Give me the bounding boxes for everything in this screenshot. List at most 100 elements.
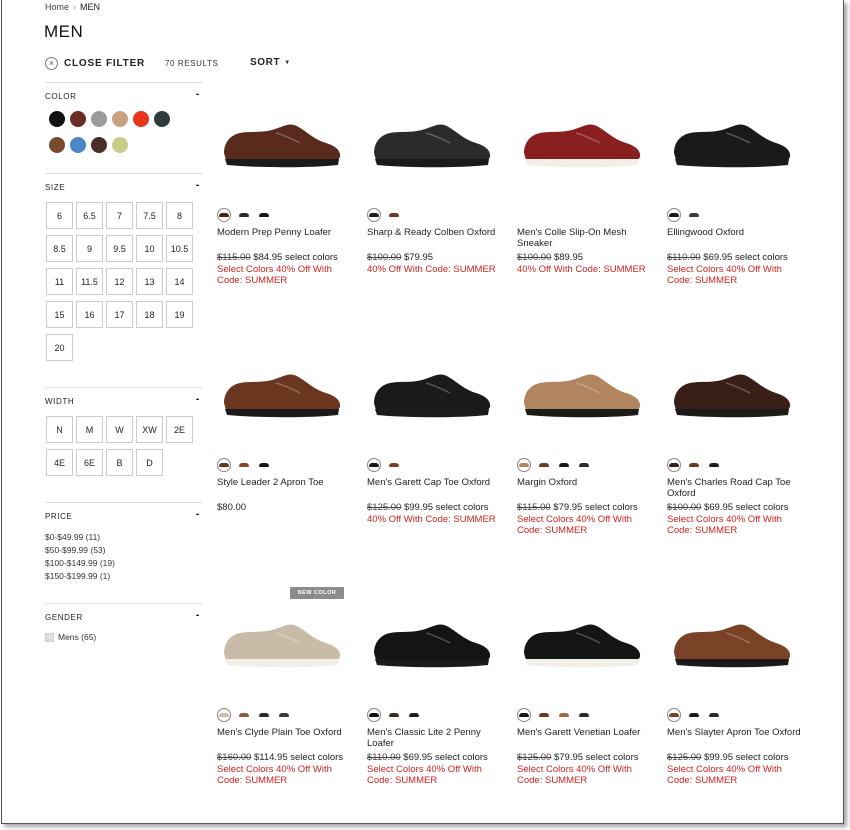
- product-image[interactable]: [367, 80, 497, 206]
- size-option[interactable]: 12: [106, 268, 133, 295]
- product-image[interactable]: [367, 330, 497, 456]
- size-option[interactable]: 13: [136, 268, 163, 295]
- size-option[interactable]: 9: [76, 235, 103, 262]
- price-option[interactable]: $150-$199.99 (1): [45, 570, 202, 583]
- color-swatch[interactable]: [91, 137, 107, 153]
- collapse-icon[interactable]: -: [196, 503, 200, 525]
- product-color-swatch[interactable]: [257, 458, 271, 472]
- size-option[interactable]: 19: [166, 301, 193, 328]
- size-option[interactable]: 9.5: [106, 235, 133, 262]
- width-option[interactable]: D: [136, 449, 163, 476]
- width-option[interactable]: XW: [136, 416, 163, 443]
- gender-option[interactable]: Mens (65): [45, 632, 202, 642]
- size-option[interactable]: 17: [106, 301, 133, 328]
- filter-gender-header[interactable]: GENDER -: [45, 604, 202, 632]
- product-color-swatch[interactable]: [667, 458, 681, 472]
- size-option[interactable]: 11: [46, 268, 73, 295]
- product-color-swatch[interactable]: [407, 708, 421, 722]
- width-option[interactable]: M: [76, 416, 103, 443]
- product-color-swatch[interactable]: [517, 458, 531, 472]
- size-option[interactable]: 15: [46, 301, 73, 328]
- price-option[interactable]: $50-$99.99 (53): [45, 544, 202, 557]
- color-swatch[interactable]: [133, 111, 149, 127]
- width-option[interactable]: B: [106, 449, 133, 476]
- product-color-swatch[interactable]: [387, 208, 401, 222]
- checkbox[interactable]: [45, 632, 54, 642]
- color-swatch[interactable]: [112, 111, 128, 127]
- product-image[interactable]: [667, 80, 797, 206]
- product-color-swatch[interactable]: [537, 708, 551, 722]
- product-color-swatch[interactable]: [557, 458, 571, 472]
- size-option[interactable]: 14: [166, 268, 193, 295]
- product-image[interactable]: [667, 330, 797, 456]
- collapse-icon[interactable]: -: [196, 174, 200, 196]
- width-option[interactable]: 4E: [46, 449, 73, 476]
- product-color-swatch[interactable]: [687, 458, 701, 472]
- size-option[interactable]: 7: [106, 202, 133, 229]
- color-swatch[interactable]: [112, 137, 128, 153]
- product-name[interactable]: Men's Garett Venetian Loafer: [517, 727, 657, 750]
- size-option[interactable]: 7.5: [136, 202, 163, 229]
- product-color-swatch[interactable]: [577, 458, 591, 472]
- width-option[interactable]: 6E: [76, 449, 103, 476]
- size-option[interactable]: 10.5: [166, 235, 193, 262]
- product-image[interactable]: [367, 580, 497, 706]
- product-color-swatch[interactable]: [557, 708, 571, 722]
- color-swatch[interactable]: [154, 111, 170, 127]
- product-color-swatch[interactable]: [217, 458, 231, 472]
- product-image[interactable]: [517, 330, 647, 456]
- product-name[interactable]: Men's Clyde Plain Toe Oxford: [217, 727, 357, 750]
- collapse-icon[interactable]: -: [196, 604, 200, 626]
- product-color-swatch[interactable]: [277, 708, 291, 722]
- product-image[interactable]: [217, 330, 347, 456]
- product-color-swatch[interactable]: [687, 208, 701, 222]
- product-color-swatch[interactable]: [577, 708, 591, 722]
- close-filter-button[interactable]: × CLOSE FILTER: [45, 57, 145, 70]
- product-image[interactable]: [667, 580, 797, 706]
- size-option[interactable]: 20: [46, 334, 73, 361]
- product-color-swatch[interactable]: [667, 708, 681, 722]
- product-color-swatch[interactable]: [217, 208, 231, 222]
- product-name[interactable]: Margin Oxford: [517, 477, 657, 500]
- filter-width-header[interactable]: WIDTH -: [45, 388, 202, 416]
- price-option[interactable]: $0-$49.99 (11): [45, 531, 202, 544]
- color-swatch[interactable]: [70, 137, 86, 153]
- product-color-swatch[interactable]: [367, 708, 381, 722]
- size-option[interactable]: 16: [76, 301, 103, 328]
- width-option[interactable]: 2E: [166, 416, 193, 443]
- product-color-swatch[interactable]: [237, 458, 251, 472]
- size-option[interactable]: 8: [166, 202, 193, 229]
- product-name[interactable]: Ellingwood Oxford: [667, 227, 807, 250]
- product-name[interactable]: Modern Prep Penny Loafer: [217, 227, 357, 250]
- product-color-swatch[interactable]: [387, 458, 401, 472]
- product-name[interactable]: Men's Garett Cap Toe Oxford: [367, 477, 507, 500]
- size-option[interactable]: 10: [136, 235, 163, 262]
- product-name[interactable]: Men's Colle Slip-On Mesh Sneaker: [517, 227, 657, 250]
- collapse-icon[interactable]: -: [196, 388, 200, 410]
- color-swatch[interactable]: [70, 111, 86, 127]
- product-color-swatch[interactable]: [517, 708, 531, 722]
- product-color-swatch[interactable]: [367, 208, 381, 222]
- breadcrumb-home[interactable]: Home: [45, 2, 69, 12]
- product-name[interactable]: Sharp & Ready Colben Oxford: [367, 227, 507, 250]
- size-option[interactable]: 18: [136, 301, 163, 328]
- product-color-swatch[interactable]: [367, 458, 381, 472]
- color-swatch[interactable]: [49, 137, 65, 153]
- price-option[interactable]: $100-$149.99 (19): [45, 557, 202, 570]
- sort-dropdown[interactable]: SORT ▼: [250, 57, 291, 68]
- color-swatch[interactable]: [49, 111, 65, 127]
- filter-color-header[interactable]: COLOR -: [45, 83, 202, 111]
- size-option[interactable]: 11.5: [76, 268, 103, 295]
- product-color-swatch[interactable]: [387, 708, 401, 722]
- product-name[interactable]: Men's Charles Road Cap Toe Oxford: [667, 477, 807, 500]
- product-image[interactable]: [517, 580, 647, 706]
- product-image[interactable]: [217, 80, 347, 206]
- product-color-swatch[interactable]: [537, 458, 551, 472]
- product-color-swatch[interactable]: [217, 708, 231, 722]
- product-color-swatch[interactable]: [667, 208, 681, 222]
- color-swatch[interactable]: [91, 111, 107, 127]
- product-color-swatch[interactable]: [257, 708, 271, 722]
- product-image[interactable]: [217, 580, 347, 706]
- product-color-swatch[interactable]: [237, 708, 251, 722]
- size-option[interactable]: 8.5: [46, 235, 73, 262]
